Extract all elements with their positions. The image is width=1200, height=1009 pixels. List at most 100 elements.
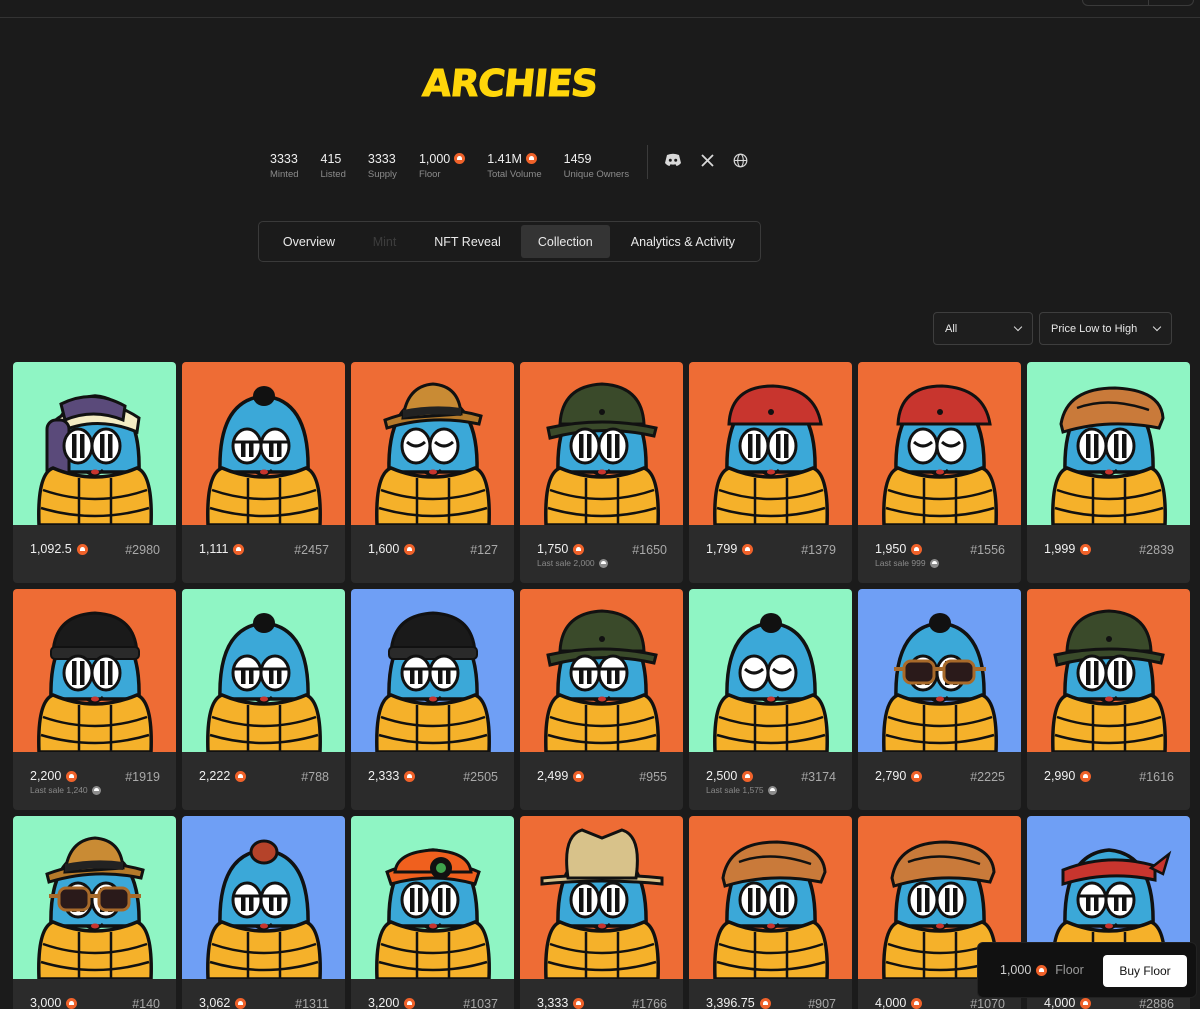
stat-value: 1,000 bbox=[418, 151, 451, 166]
nft-price: 1,600 bbox=[368, 542, 400, 556]
collection-stats: 3333 Minted 415 Listed 3333 Supply 1,000 Floor 1… bbox=[270, 151, 651, 181]
stat-value: 3333 bbox=[270, 151, 298, 166]
nft-card[interactable]: 1,111 #2457 bbox=[182, 362, 345, 583]
nft-token-id: #2980 bbox=[125, 543, 160, 557]
x-icon[interactable] bbox=[698, 152, 716, 168]
nft-card[interactable]: 1,600 #127 bbox=[351, 362, 514, 583]
nft-token-id: #2839 bbox=[1139, 543, 1174, 557]
coin-icon bbox=[404, 543, 416, 555]
sort-value: Price Low to High bbox=[1051, 322, 1138, 335]
stat-label: Minted bbox=[270, 169, 299, 180]
nft-card[interactable]: 1,799 #1379 bbox=[689, 362, 852, 583]
nft-token-id: #2225 bbox=[970, 770, 1005, 784]
buy-floor-button[interactable]: Buy Floor bbox=[1103, 955, 1187, 987]
globe-icon[interactable] bbox=[731, 152, 749, 168]
coin-icon bbox=[66, 770, 78, 782]
coin-icon bbox=[911, 543, 923, 555]
nft-card[interactable]: 2,200 #1919 Last sale 1,240 bbox=[13, 589, 176, 810]
nft-card[interactable]: 3,396.75 #907 bbox=[689, 816, 852, 1009]
nft-price: 2,222 bbox=[199, 769, 231, 783]
nft-price: 2,500 bbox=[706, 769, 738, 783]
coin-icon bbox=[911, 997, 923, 1009]
nft-token-id: #1070 bbox=[970, 997, 1005, 1009]
nft-last-sale: Last sale 1,575 bbox=[706, 785, 764, 795]
nft-token-id: #1650 bbox=[632, 543, 667, 557]
nft-card[interactable]: 3,000 #140 bbox=[13, 816, 176, 1009]
nft-image bbox=[520, 589, 683, 752]
coin-icon bbox=[235, 770, 247, 782]
coin-icon bbox=[742, 770, 754, 782]
nft-image bbox=[689, 362, 852, 525]
wallet-control[interactable] bbox=[1082, 0, 1194, 6]
nft-image bbox=[182, 362, 345, 525]
tab-collection[interactable]: Collection bbox=[520, 225, 610, 258]
nft-card[interactable]: 3,200 #1037 bbox=[351, 816, 514, 1009]
nft-card[interactable]: 1,999 #2839 bbox=[1027, 362, 1190, 583]
nft-token-id: #1311 bbox=[295, 997, 329, 1009]
floor-label: Floor bbox=[1055, 963, 1084, 977]
nft-price: 1,750 bbox=[537, 542, 569, 556]
stat-label: Listed bbox=[320, 169, 346, 180]
nft-image bbox=[1027, 362, 1190, 525]
stat-value: 1459 bbox=[563, 151, 592, 166]
nft-last-sale: Last sale 1,240 bbox=[30, 785, 88, 795]
coin-icon bbox=[1080, 997, 1092, 1009]
nft-image bbox=[689, 589, 852, 752]
nft-image bbox=[182, 589, 345, 752]
nft-token-id: #955 bbox=[639, 770, 667, 784]
nft-last-sale: Last sale 2,000 bbox=[537, 558, 595, 568]
nft-card[interactable]: 2,790 #2225 bbox=[858, 589, 1021, 810]
sort-select[interactable]: Price Low to High bbox=[1039, 312, 1172, 345]
coin-icon bbox=[1080, 543, 1092, 555]
coin-icon bbox=[767, 785, 777, 795]
nft-image bbox=[689, 816, 852, 979]
floor-value: 1,000 bbox=[1000, 963, 1032, 977]
chevron-down-icon bbox=[1152, 322, 1162, 331]
stat-label: Unique Owners bbox=[563, 169, 630, 180]
stat-total-volume: 1.41M Total Volume bbox=[487, 151, 542, 181]
stat-value: 3333 bbox=[367, 151, 396, 166]
coin-icon bbox=[91, 785, 101, 795]
nft-token-id: #1037 bbox=[463, 997, 498, 1009]
coin-icon bbox=[404, 770, 416, 782]
nft-price: 1,999 bbox=[1044, 542, 1076, 556]
nft-price: 2,333 bbox=[368, 769, 400, 783]
coin-icon bbox=[233, 543, 245, 555]
floor-bar: 1,000 Floor Buy Floor bbox=[977, 942, 1197, 998]
nft-price: 2,499 bbox=[537, 769, 569, 783]
nft-token-id: #2457 bbox=[294, 543, 329, 557]
nft-card[interactable]: 3,062 #1311 bbox=[182, 816, 345, 1009]
nft-price: 1,950 bbox=[875, 542, 907, 556]
nft-card[interactable]: 2,500 #3174 Last sale 1,575 bbox=[689, 589, 852, 810]
nft-token-id: #127 bbox=[470, 543, 498, 557]
trait-filter-select[interactable]: All bbox=[933, 312, 1033, 345]
nft-image bbox=[351, 589, 514, 752]
nft-card[interactable]: 2,499 #955 bbox=[520, 589, 683, 810]
stat-supply: 3333 Supply bbox=[367, 151, 397, 181]
nft-image bbox=[858, 589, 1021, 752]
coin-icon bbox=[404, 997, 416, 1009]
nft-image bbox=[858, 362, 1021, 525]
coin-icon bbox=[742, 543, 754, 555]
nft-card[interactable]: 1,750 #1650 Last sale 2,000 bbox=[520, 362, 683, 583]
nft-card[interactable]: 2,333 #2505 bbox=[351, 589, 514, 810]
nft-card[interactable]: 1,950 #1556 Last sale 999 bbox=[858, 362, 1021, 583]
nft-image bbox=[1027, 589, 1190, 752]
nft-card[interactable]: 1,092.5 #2980 bbox=[13, 362, 176, 583]
stats-divider bbox=[647, 145, 648, 179]
stat-label: Total Volume bbox=[487, 169, 542, 180]
stat-value: 1.41M bbox=[487, 151, 522, 166]
discord-icon[interactable] bbox=[664, 152, 682, 168]
nft-card[interactable]: 3,333 #1766 bbox=[520, 816, 683, 1009]
nft-image bbox=[351, 362, 514, 525]
coin-icon bbox=[235, 997, 247, 1009]
tab-overview[interactable]: Overview bbox=[263, 225, 355, 258]
nft-card[interactable]: 2,990 #1616 bbox=[1027, 589, 1190, 810]
nft-card[interactable]: 2,222 #788 bbox=[182, 589, 345, 810]
nft-token-id: #2505 bbox=[463, 770, 498, 784]
coin-icon bbox=[598, 558, 608, 568]
nft-token-id: #1556 bbox=[970, 543, 1005, 557]
coin-icon bbox=[1036, 964, 1048, 976]
tab-analytics-activity[interactable]: Analytics & Activity bbox=[610, 225, 756, 258]
tab-nft-reveal[interactable]: NFT Reveal bbox=[414, 225, 521, 258]
